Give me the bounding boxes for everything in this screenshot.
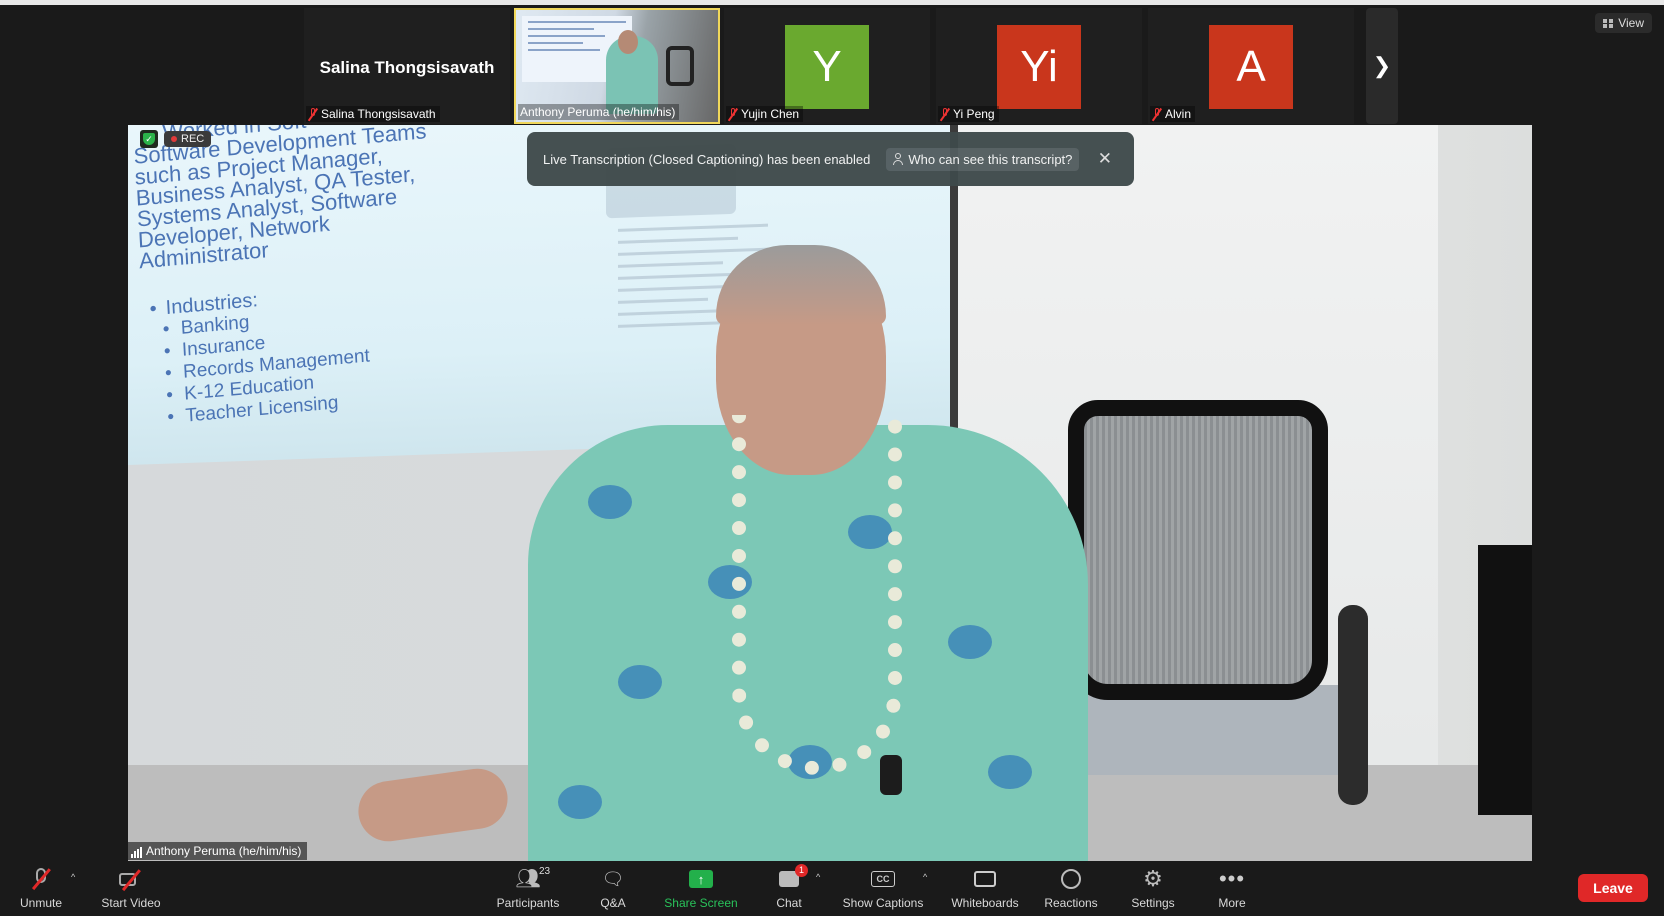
next-page-button[interactable]: ❯: [1366, 8, 1398, 124]
recording-indicator: ✓ REC: [140, 130, 212, 148]
view-button[interactable]: View: [1595, 13, 1652, 33]
captions-icon: CC: [871, 871, 895, 887]
participants-count: 23: [539, 866, 551, 877]
participants-label: Participants: [496, 896, 560, 910]
participant-name: Yi Peng: [953, 107, 995, 121]
participant-name: Alvin: [1165, 107, 1192, 121]
participant-tile-anthony[interactable]: Anthony Peruma (he/him/his): [514, 8, 720, 124]
rec-dot-icon: [171, 136, 177, 142]
share-screen-label: Share Screen: [664, 896, 738, 910]
lei: [732, 415, 902, 775]
start-video-label: Start Video: [101, 896, 161, 910]
participant-tile-yujin[interactable]: Y Yujin Chen: [724, 8, 930, 124]
share-screen-icon: ↑: [689, 870, 713, 888]
chevron-right-icon: ❯: [1372, 53, 1392, 78]
chair-arm: [1338, 605, 1368, 805]
reactions-button[interactable]: Reactions: [1042, 862, 1100, 916]
reactions-label: Reactions: [1044, 896, 1098, 910]
participants-icon: 👥︎: [515, 868, 541, 890]
video-off-icon: [119, 870, 143, 888]
participant-name-tag: Yi Peng: [938, 106, 999, 122]
leave-button[interactable]: Leave: [1578, 874, 1648, 902]
participant-name-tag: Alvin: [1150, 106, 1196, 122]
window-top-edge: [0, 0, 1664, 5]
show-captions-button[interactable]: CC Show Captions: [838, 862, 928, 916]
start-video-button[interactable]: Start Video: [96, 862, 166, 916]
mic-off-icon: [728, 107, 738, 121]
grid-icon: [1603, 18, 1614, 28]
avatar: Y: [785, 25, 869, 109]
mic-off-icon: [31, 868, 51, 890]
mic-off-icon: [1152, 107, 1162, 121]
active-speaker-tag: Anthony Peruma (he/him/his): [128, 842, 308, 860]
whiteboards-button[interactable]: Whiteboards: [946, 862, 1024, 916]
settings-button[interactable]: ⚙ Settings: [1128, 862, 1178, 916]
avatar: Yi: [997, 25, 1081, 109]
more-icon: •••: [1218, 866, 1246, 891]
who-can-see-transcript-button[interactable]: Who can see this transcript?: [886, 147, 1080, 171]
settings-label: Settings: [1131, 896, 1175, 910]
qa-label: Q&A: [600, 896, 626, 910]
mic-off-icon: [308, 107, 318, 121]
captions-options-caret[interactable]: ^: [923, 872, 927, 882]
more-button[interactable]: ••• More: [1214, 862, 1250, 916]
avatar: A: [1209, 25, 1293, 109]
whiteboards-label: Whiteboards: [951, 896, 1019, 910]
speaker-name: Anthony Peruma (he/him/his): [146, 844, 302, 858]
close-icon[interactable]: ✕: [1098, 149, 1112, 169]
participant-tile-yi[interactable]: Yi Yi Peng: [936, 8, 1142, 124]
more-label: More: [1218, 896, 1246, 910]
signal-strength-icon: [131, 847, 142, 858]
view-label: View: [1618, 16, 1644, 30]
shield-icon[interactable]: ✓: [140, 130, 158, 148]
person-icon: [893, 153, 904, 165]
meeting-toolbar: Unmute ^ Start Video 👥︎ 23 Participants 🗨…: [0, 862, 1664, 916]
chat-options-caret[interactable]: ^: [816, 872, 820, 882]
share-screen-button[interactable]: ↑ Share Screen: [662, 862, 740, 916]
rec-label: REC: [181, 133, 205, 145]
participant-name: Salina Thongsisavath: [321, 107, 436, 121]
participant-name-tag: Yujin Chen: [726, 106, 804, 122]
unmute-label: Unmute: [19, 896, 63, 910]
participant-tile-alvin[interactable]: A Alvin: [1148, 8, 1354, 124]
industries-list: Industries: Banking Insurance Records Ma…: [141, 274, 441, 431]
chat-button[interactable]: 1 Chat: [772, 862, 808, 916]
chat-unread-badge: 1: [794, 864, 808, 877]
mic-off-icon: [940, 107, 950, 121]
main-video: Worked in Soft Software Development Team…: [128, 125, 1532, 861]
audio-options-caret[interactable]: ^: [71, 872, 75, 882]
participant-tile-salina[interactable]: Salina Thongsisavath Salina Thongsisavat…: [304, 8, 510, 124]
participant-name: Anthony Peruma (he/him/his): [520, 105, 676, 119]
show-captions-label: Show Captions: [842, 896, 924, 910]
unmute-button[interactable]: Unmute: [14, 862, 68, 916]
chat-label: Chat: [776, 896, 802, 910]
office-chair: [1068, 400, 1328, 700]
wristwatch: [880, 755, 902, 795]
transcription-notification: Live Transcription (Closed Captioning) h…: [527, 132, 1134, 186]
rec-badge[interactable]: REC: [164, 131, 212, 147]
who-can-see-label: Who can see this transcript?: [908, 151, 1073, 167]
qa-icon: 🗨︎: [601, 868, 625, 889]
notification-message: Live Transcription (Closed Captioning) h…: [543, 151, 871, 167]
qa-button[interactable]: 🗨︎ Q&A: [594, 862, 632, 916]
participant-name-tag: Anthony Peruma (he/him/his): [518, 104, 680, 120]
participant-name-tag: Salina Thongsisavath: [306, 106, 440, 122]
monitor: [1478, 545, 1532, 815]
reactions-icon: [1061, 869, 1081, 889]
participants-button[interactable]: 👥︎ 23 Participants: [492, 862, 564, 916]
participant-name: Yujin Chen: [741, 107, 800, 121]
whiteboard-icon: [974, 871, 996, 887]
participant-display-name: Salina Thongsisavath: [319, 58, 495, 77]
settings-icon: ⚙: [1143, 866, 1163, 891]
slide-content: Worked in Soft Software Development Team…: [132, 125, 441, 431]
